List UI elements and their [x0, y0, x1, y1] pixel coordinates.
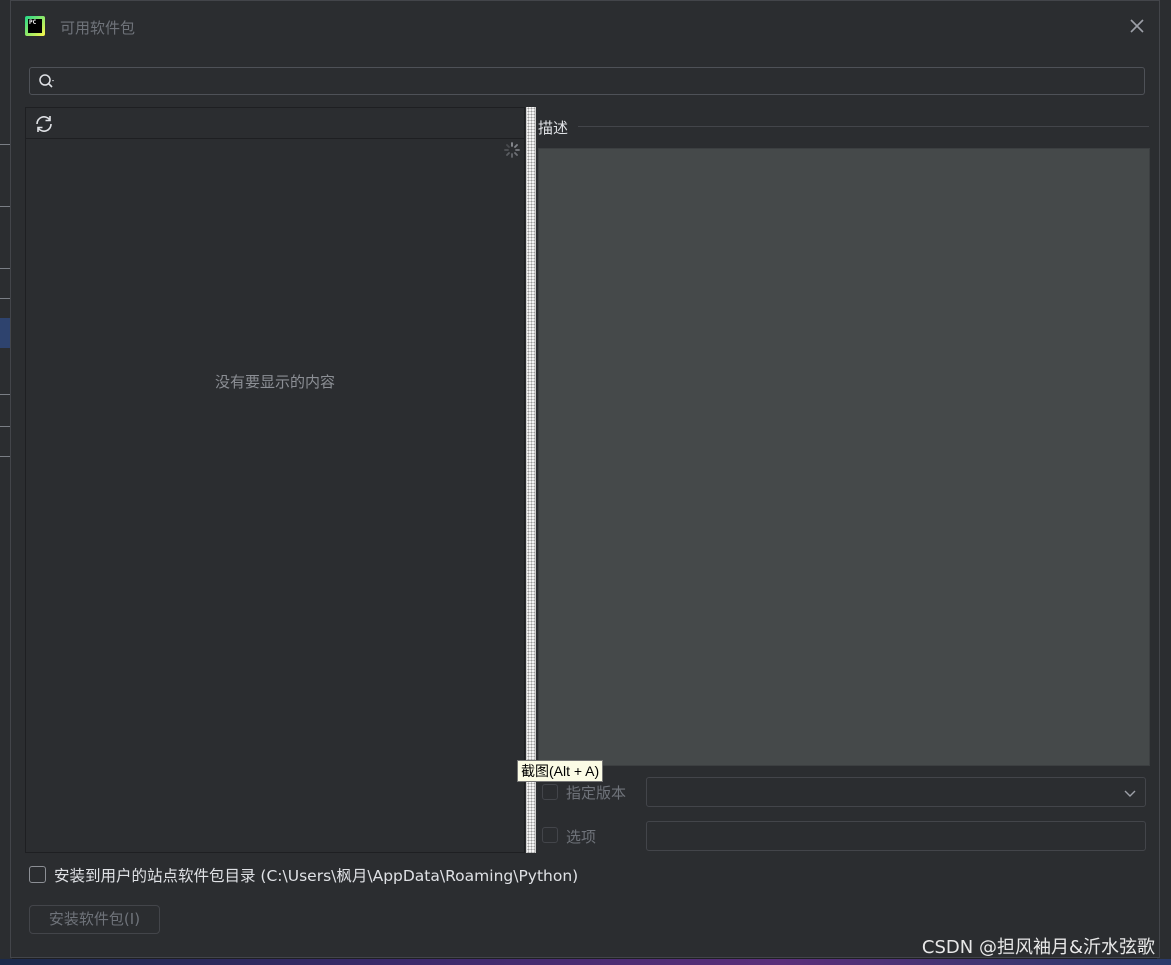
empty-list-message: 没有要显示的内容: [214, 373, 335, 391]
dialog-title: 可用软件包: [60, 19, 136, 37]
title-bar[interactable]: PC 可用软件包: [11, 1, 1159, 53]
csdn-watermark: CSDN @担风袖月&沂水弦歌: [921, 937, 1155, 958]
description-divider: [578, 126, 1149, 127]
packages-list-panel: 没有要显示的内容: [25, 107, 525, 853]
version-select[interactable]: [646, 777, 1146, 807]
panel-splitter[interactable]: [526, 107, 536, 853]
description-label: 描述: [538, 119, 569, 137]
install-to-user-label[interactable]: 安装到用户的站点软件包目录 (C:\Users\枫月\AppData\Roami…: [54, 864, 578, 886]
specify-version-checkbox[interactable]: [542, 784, 558, 800]
install-to-user-checkbox[interactable]: [29, 866, 46, 883]
refresh-icon[interactable]: [33, 113, 55, 135]
options-input[interactable]: [646, 821, 1146, 851]
packages-list[interactable]: 没有要显示的内容: [26, 139, 524, 852]
specify-version-label: 指定版本: [566, 784, 627, 802]
search-field[interactable]: [29, 67, 1145, 95]
install-package-button[interactable]: 安装软件包(I): [29, 905, 160, 934]
options-checkbox[interactable]: [542, 827, 558, 843]
pycharm-logo-icon: PC: [25, 16, 45, 36]
search-icon[interactable]: [38, 73, 56, 89]
background-desktop-strip: [0, 959, 1171, 965]
close-icon[interactable]: [1125, 14, 1149, 38]
description-area: [538, 148, 1150, 766]
chevron-down-icon: [1124, 790, 1136, 797]
screenshot-tooltip: 截图(Alt + A): [517, 760, 604, 782]
spinner-icon: [504, 142, 520, 158]
packages-toolbar: [26, 108, 524, 139]
options-label: 选项: [566, 828, 597, 846]
search-input[interactable]: [64, 70, 1138, 94]
available-packages-dialog: PC 可用软件包 没有要显示的内容 描述 指定版本 选项 截图(Alt + A)…: [10, 0, 1160, 958]
